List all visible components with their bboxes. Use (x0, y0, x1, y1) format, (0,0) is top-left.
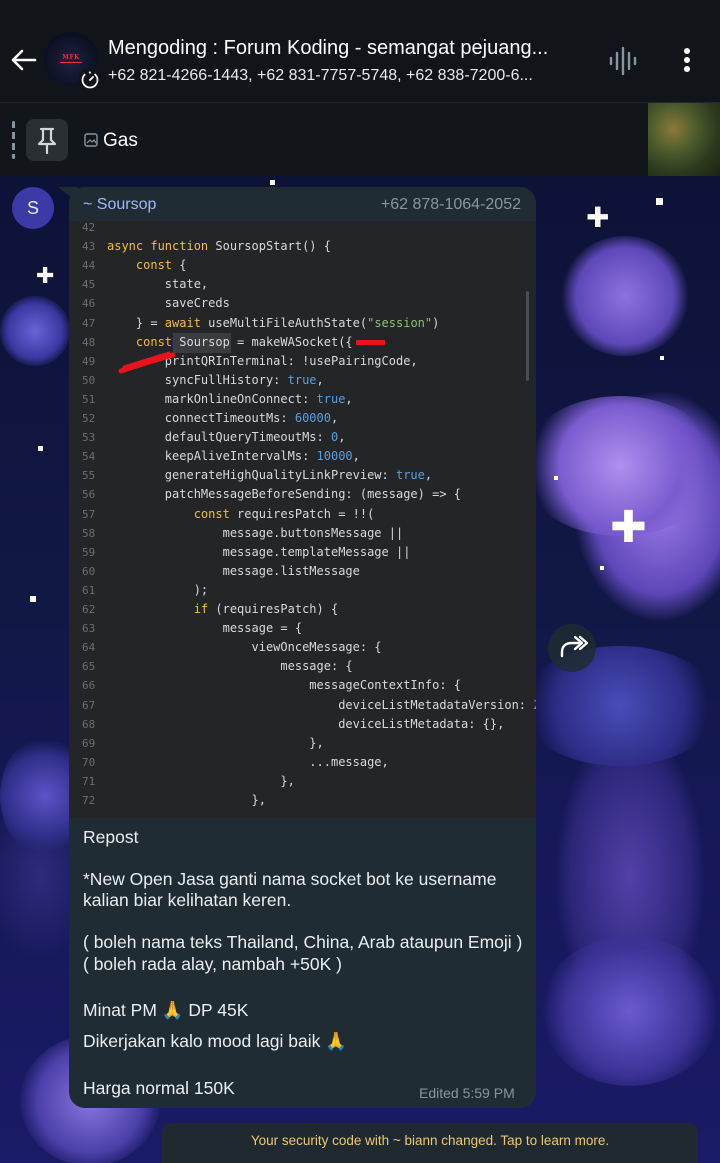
image-icon (84, 133, 98, 147)
chat-participants[interactable]: +62 821-4266-1443, +62 831-7757-5748, +6… (108, 67, 588, 85)
caption-line: Dikerjakan kalo mood lagi baik 🙏 (83, 1031, 347, 1051)
status-bar (0, 0, 720, 18)
caption-line: Minat PM 🙏 DP 45K (83, 1000, 249, 1020)
pinned-text: Gas (103, 130, 138, 151)
pinned-message-bar[interactable]: Gas (0, 102, 720, 177)
disappearing-timer-icon (78, 68, 102, 92)
sender-name[interactable]: ~ Soursop (83, 196, 156, 214)
avatar-logo-text: MFK (62, 54, 80, 61)
code-screenshot-image[interactable]: 42 43 async function SoursopStart() {44 co… (69, 221, 536, 818)
caption-line: *New Open Jasa ganti nama socket bot ke … (83, 869, 497, 889)
pinned-indicator (12, 121, 15, 159)
back-arrow-icon[interactable] (8, 44, 40, 76)
chat-header: MFK Mengoding : Forum Koding - semangat … (0, 18, 720, 102)
caption-line: kalian biar kelihatan keren. (83, 890, 292, 910)
caption-line: Repost (83, 827, 139, 847)
pinned-thumbnail (648, 103, 720, 177)
forward-icon[interactable] (548, 624, 596, 672)
voice-chat-icon[interactable] (606, 44, 642, 78)
more-vert-icon[interactable] (672, 42, 702, 78)
edited-label: Edited (419, 1085, 459, 1101)
chat-title[interactable]: Mengoding : Forum Koding - semangat peju… (108, 37, 588, 60)
sender-phone[interactable]: +62 878-1064-2052 (381, 196, 521, 214)
red-annotation-marks (118, 340, 385, 374)
security-code-notice[interactable]: Your security code with ~ biann changed.… (162, 1123, 698, 1163)
caption-line: Harga normal 150K (83, 1078, 235, 1098)
message-time: 5:59 PM (462, 1085, 515, 1101)
message-meta: Edited 5:59 PM (419, 1085, 515, 1101)
pin-icon[interactable] (26, 119, 68, 161)
caption-line: ( boleh rada alay, nambah +50K ) (83, 954, 342, 974)
caption-line: ( boleh nama teks Thailand, China, Arab … (83, 932, 523, 952)
sender-avatar[interactable]: S (12, 187, 54, 229)
